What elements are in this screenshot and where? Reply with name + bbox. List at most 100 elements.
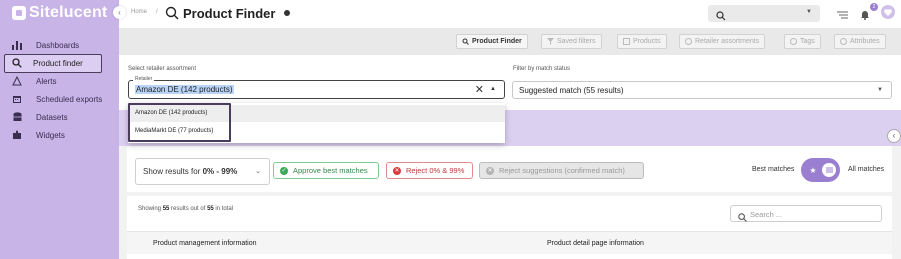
retailer-legend: Retailer — [133, 76, 155, 82]
sidebar-item-label: Alerts — [36, 76, 57, 86]
alert-icon — [11, 75, 23, 87]
sidebar: Sitelucent Dashboards Product finder Ale… — [0, 0, 119, 259]
table-search-input[interactable]: Search ... — [730, 205, 882, 222]
logo-icon — [12, 6, 26, 20]
reject-suggestions-button[interactable]: ✕ Reject suggestions (confirmed match) — [479, 162, 644, 179]
chevron-left-icon: ‹ — [118, 8, 121, 17]
breadcrumb-separator: / — [156, 9, 158, 15]
range-text: Show results for 0% - 99% — [143, 167, 237, 176]
product-finder-button[interactable]: Product Finder — [456, 34, 528, 49]
chevron-up-icon[interactable]: ▲ — [490, 86, 496, 92]
sidebar-item-product-finder[interactable]: Product finder — [0, 54, 119, 73]
retailer-value[interactable]: Amazon DE (142 products) — [135, 85, 234, 94]
matches-toggle[interactable]: ★ — [801, 158, 840, 182]
table-header: Product management information Product d… — [127, 231, 892, 254]
retailer-select[interactable]: Retailer Amazon DE (142 products) ✕ ▲ — [128, 76, 505, 99]
panel-toggle-button[interactable]: ‹ — [887, 129, 901, 143]
count-text: Showing — [138, 206, 163, 212]
sidebar-item-label: Scheduled exports — [36, 94, 103, 104]
button-label: Reject 0% & 99% — [406, 166, 465, 175]
database-icon — [11, 111, 23, 123]
search-icon — [716, 8, 726, 26]
result-range-select[interactable]: Show results for 0% - 99% ⌄ — [135, 158, 270, 185]
filter-icon — [547, 38, 554, 45]
products-button[interactable]: Products — [617, 34, 667, 49]
sidebar-item-label: Datasets — [36, 112, 68, 122]
sidebar-nav: Dashboards Product finder Alerts Schedul… — [0, 36, 119, 144]
button-label: Retailer assortments — [695, 38, 760, 45]
search-icon — [462, 38, 469, 45]
star-icon: ★ — [809, 165, 817, 175]
box-icon — [623, 38, 630, 45]
close-icon[interactable]: ✕ — [475, 83, 484, 96]
chevron-down-icon: ▼ — [806, 9, 812, 15]
count-total: 55 — [207, 206, 214, 212]
breadcrumb-home[interactable]: Home — [131, 9, 147, 15]
user-avatar[interactable] — [881, 5, 895, 19]
sidebar-item-widgets[interactable]: Widgets — [0, 126, 119, 144]
search-icon — [165, 6, 179, 25]
list-icon — [840, 38, 847, 45]
info-icon[interactable] — [284, 10, 290, 16]
sidebar-collapse-button[interactable]: ‹ — [113, 6, 126, 19]
tag-icon — [790, 38, 797, 45]
toolbar: Product Finder Saved filters Products Re… — [119, 28, 901, 55]
match-status-select[interactable]: Suggested match (55 results) ▼ — [512, 81, 892, 99]
count-text: results out of — [169, 206, 208, 212]
search-placeholder: Search ... — [750, 210, 783, 219]
button-label: Reject suggestions (confirmed match) — [499, 166, 625, 175]
match-status-value: Suggested match (55 results) — [519, 86, 624, 95]
chevron-down-icon: ▼ — [877, 87, 883, 93]
button-label: Tags — [800, 38, 815, 45]
puzzle-icon — [11, 129, 23, 141]
retailer-dropdown-menu: Amazon DE (142 products) MediaMarkt DE (… — [128, 103, 505, 143]
notification-badge: 2 — [870, 3, 878, 11]
close-icon: ✕ — [393, 166, 401, 175]
dropdown-option[interactable]: Amazon DE (142 products) — [128, 105, 505, 122]
all-matches-label: All matches — [848, 166, 885, 173]
saved-filters-button[interactable]: Saved filters — [541, 34, 602, 49]
search-icon — [738, 209, 747, 227]
sidebar-item-label: Widgets — [36, 130, 65, 140]
button-label: Product Finder — [472, 38, 522, 45]
approve-best-matches-button[interactable]: ✓ Approve best matches — [273, 162, 379, 179]
header-search-input[interactable]: ▼ — [708, 5, 820, 22]
chevron-left-icon: ‹ — [892, 131, 896, 140]
best-matches-label: Best matches — [752, 166, 795, 173]
button-label: Products — [633, 38, 661, 45]
sidebar-item-label: Product finder — [33, 58, 83, 68]
app-name: Sitelucent — [29, 4, 108, 21]
range-prefix: Show results for — [143, 167, 203, 176]
filters-panel: Select retailer assortment Retailer Amaz… — [119, 55, 901, 110]
dropdown-option[interactable]: MediaMarkt DE (77 products) — [128, 123, 505, 140]
results-count: Showing 55 results out of 55 in total — [138, 206, 233, 212]
sidebar-item-alerts[interactable]: Alerts — [0, 72, 119, 90]
sidebar-item-scheduled-exports[interactable]: Scheduled exports — [0, 90, 119, 108]
page-title: Product Finder — [183, 6, 276, 21]
tags-button[interactable]: Tags — [784, 34, 821, 49]
sidebar-item-dashboards[interactable]: Dashboards — [0, 36, 119, 54]
range-value: 0% - 99% — [202, 167, 238, 176]
column-header[interactable]: Product detail page information — [547, 240, 644, 247]
check-icon: ✓ — [280, 166, 288, 175]
bar-chart-icon — [11, 39, 23, 51]
button-label: Attributes — [850, 38, 880, 45]
page-header: Home / Product Finder ▼ 2 — [119, 0, 901, 28]
filter-list-icon[interactable] — [837, 7, 848, 25]
calendar-icon — [11, 93, 23, 105]
sidebar-item-datasets[interactable]: Datasets — [0, 108, 119, 126]
retailer-assortments-button[interactable]: Retailer assortments — [679, 34, 766, 49]
store-icon — [685, 38, 692, 45]
count-text: in total — [213, 206, 234, 212]
reject-range-button[interactable]: ✕ Reject 0% & 99% — [386, 162, 473, 179]
bell-icon[interactable] — [860, 7, 870, 25]
attributes-button[interactable]: Attributes — [834, 34, 886, 49]
column-header[interactable]: Product management information — [153, 240, 257, 247]
match-status-label: Filter by match status — [513, 66, 571, 72]
app-logo[interactable]: Sitelucent — [12, 4, 108, 21]
close-icon: ✕ — [486, 166, 494, 175]
assortment-label: Select retailer assortment — [128, 66, 197, 72]
button-label: Saved filters — [557, 38, 596, 45]
sidebar-item-label: Dashboards — [36, 40, 80, 50]
search-icon — [11, 57, 23, 69]
